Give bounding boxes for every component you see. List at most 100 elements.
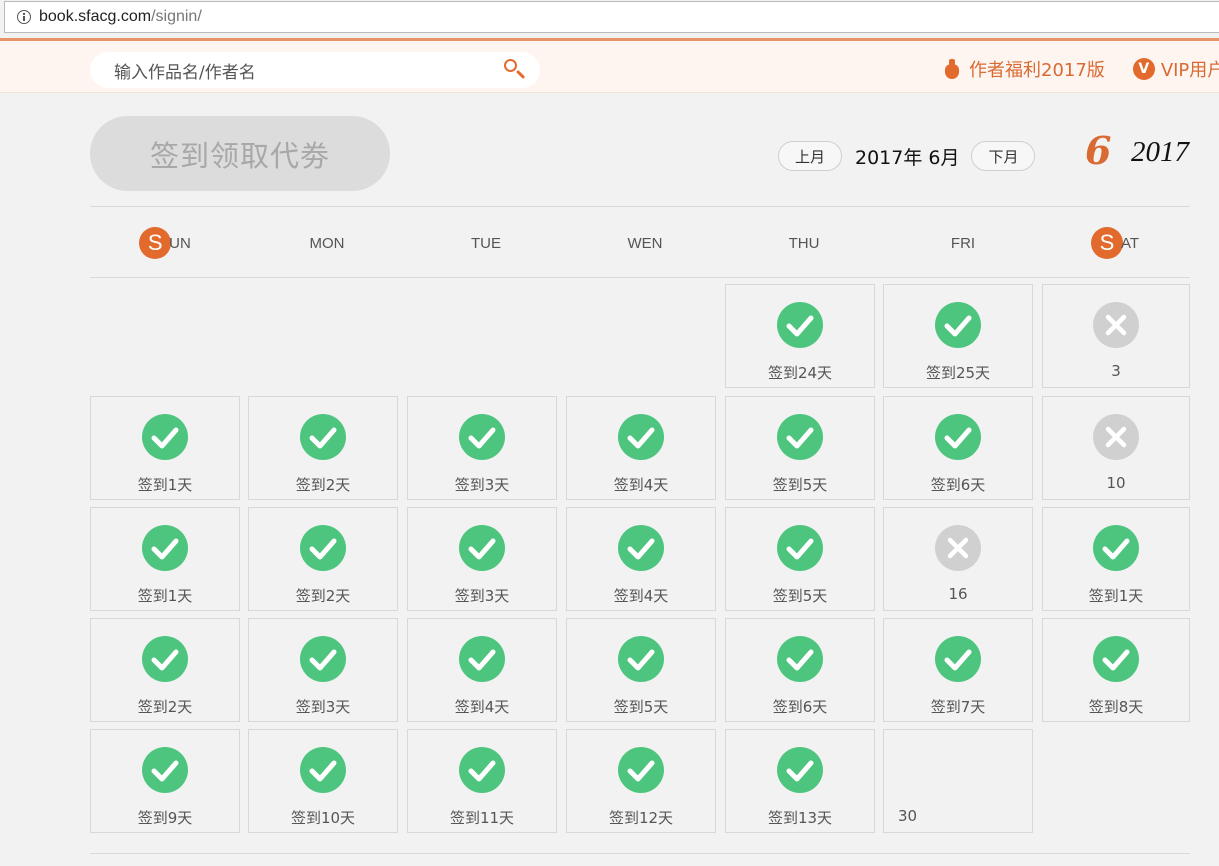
checkmark-icon: [142, 525, 188, 571]
cross-icon: [1093, 414, 1139, 460]
signin-button[interactable]: 签到领取代劵: [90, 116, 390, 191]
checkmark-icon: [618, 525, 664, 571]
calendar-day-cell[interactable]: 签到13天: [725, 729, 875, 833]
calendar-day-cell[interactable]: 签到2天: [248, 507, 398, 611]
calendar-day-cell[interactable]: 签到5天: [566, 618, 716, 722]
day-label: 签到9天: [137, 809, 193, 827]
calendar-day-cell[interactable]: 签到5天: [725, 396, 875, 500]
url-text[interactable]: book.sfacg.com/signin/: [39, 8, 202, 26]
vip-link[interactable]: V VIP用户: [1132, 56, 1219, 82]
calendar-day-cell[interactable]: 签到25天: [883, 284, 1033, 388]
calendar-day-cell[interactable]: 签到2天: [248, 396, 398, 500]
checkmark-icon: [935, 636, 981, 682]
day-label: 签到25天: [925, 364, 991, 382]
day-label: 签到12天: [608, 809, 674, 827]
calendar-day-cell[interactable]: 签到1天: [1042, 507, 1190, 611]
header-links: 作者福利2017版 V VIP用户: [945, 56, 1219, 82]
checkmark-icon: [300, 414, 346, 460]
day-label: 签到11天: [449, 809, 515, 827]
day-label: 签到4天: [454, 698, 510, 716]
calendar-day-cell[interactable]: 签到9天: [90, 729, 240, 833]
day-label: 签到13天: [767, 809, 833, 827]
calendar-day-cell[interactable]: 签到4天: [407, 618, 557, 722]
day-label: 签到6天: [930, 476, 986, 494]
calendar-day-cell[interactable]: 签到3天: [407, 507, 557, 611]
search-box[interactable]: 输入作品名/作者名: [90, 52, 540, 88]
weekend-s-badge: S: [139, 227, 172, 259]
calendar-day-cell[interactable]: 签到5天: [725, 507, 875, 611]
checkmark-icon: [935, 414, 981, 460]
checkmark-icon: [618, 414, 664, 460]
calendar-day-cell[interactable]: 签到3天: [248, 618, 398, 722]
day-label: 签到8天: [1088, 698, 1144, 716]
calendar-day-cell[interactable]: 签到24天: [725, 284, 875, 388]
calendar-day-cell[interactable]: 签到8天: [1042, 618, 1190, 722]
url-field[interactable]: book.sfacg.com/signin/: [4, 1, 1219, 33]
calendar-day-cell[interactable]: 10: [1042, 396, 1190, 500]
calendar-day-cell[interactable]: 签到1天: [90, 507, 240, 611]
checkmark-icon: [777, 747, 823, 793]
day-label: 签到5天: [613, 698, 669, 716]
big-month-number: 6: [1085, 128, 1112, 173]
calendar-day-cell[interactable]: 签到6天: [883, 396, 1033, 500]
divider-bottom: [90, 853, 1190, 854]
calendar-day-cell[interactable]: 签到7天: [883, 618, 1033, 722]
search-icon[interactable]: [502, 58, 526, 82]
weekend-s-badge: S: [1090, 227, 1123, 259]
day-label: 签到3天: [454, 476, 510, 494]
author-benefits-link[interactable]: 作者福利2017版: [945, 56, 1105, 82]
search-input[interactable]: 输入作品名/作者名: [114, 58, 256, 83]
checkmark-icon: [935, 302, 981, 348]
weekday-header: S UN MON TUE WEN THU FRI S AT: [90, 220, 1190, 266]
day-label: 签到3天: [454, 587, 510, 605]
day-label: 签到24天: [767, 364, 833, 382]
calendar-day-cell[interactable]: 签到11天: [407, 729, 557, 833]
day-label: 签到1天: [1088, 587, 1144, 605]
calendar-day-cell[interactable]: 3: [1042, 284, 1190, 388]
calendar-day-cell[interactable]: 签到3天: [407, 396, 557, 500]
calendar-day-cell[interactable]: 签到10天: [248, 729, 398, 833]
calendar-day-cell[interactable]: 签到4天: [566, 396, 716, 500]
url-host: book.sfacg.com: [39, 8, 152, 25]
day-label: 签到4天: [613, 587, 669, 605]
info-icon[interactable]: [17, 10, 31, 24]
day-label: 3: [1111, 362, 1121, 380]
checkmark-icon: [142, 414, 188, 460]
calendar-day-cell[interactable]: 签到1天: [90, 396, 240, 500]
big-year-number: 2017: [1131, 136, 1189, 168]
calendar-day-cell[interactable]: 签到6天: [725, 618, 875, 722]
day-label: 签到7天: [930, 698, 986, 716]
calendar-day-cell[interactable]: 签到12天: [566, 729, 716, 833]
url-path: /signin/: [151, 8, 202, 25]
day-label: 签到5天: [772, 476, 828, 494]
calendar-day-cell[interactable]: 16: [883, 507, 1033, 611]
site-header: 输入作品名/作者名 作者福利2017版 V VIP用户: [0, 38, 1219, 93]
checkmark-icon: [777, 414, 823, 460]
calendar-day-cell[interactable]: 签到2天: [90, 618, 240, 722]
day-label: 签到5天: [772, 587, 828, 605]
prev-month-button[interactable]: 上月: [778, 141, 842, 171]
day-label: 签到4天: [613, 476, 669, 494]
day-label: 30: [898, 807, 918, 825]
calendar-day-cell[interactable]: 签到4天: [566, 507, 716, 611]
day-label: 签到2天: [137, 698, 193, 716]
weekday-wen: WEN: [627, 234, 663, 252]
weekday-tue: TUE: [471, 234, 501, 252]
weekday-label: AT: [1120, 234, 1140, 252]
checkmark-icon: [459, 747, 505, 793]
checkmark-icon: [300, 525, 346, 571]
day-label: 签到10天: [290, 809, 356, 827]
checkmark-icon: [618, 636, 664, 682]
money-bag-icon: [945, 59, 959, 79]
weekday-thu: THU: [788, 234, 820, 252]
checkmark-icon: [777, 302, 823, 348]
weekday-mon: MON: [309, 234, 345, 252]
checkmark-icon: [142, 636, 188, 682]
weekday-fri: FRI: [950, 234, 976, 252]
divider-top: [90, 206, 1190, 207]
checkmark-icon: [459, 636, 505, 682]
calendar-day-cell[interactable]: 30: [883, 729, 1033, 833]
next-month-button[interactable]: 下月: [971, 141, 1036, 171]
day-label: 签到6天: [772, 698, 828, 716]
browser-address-bar: book.sfacg.com/signin/: [0, 0, 1219, 38]
